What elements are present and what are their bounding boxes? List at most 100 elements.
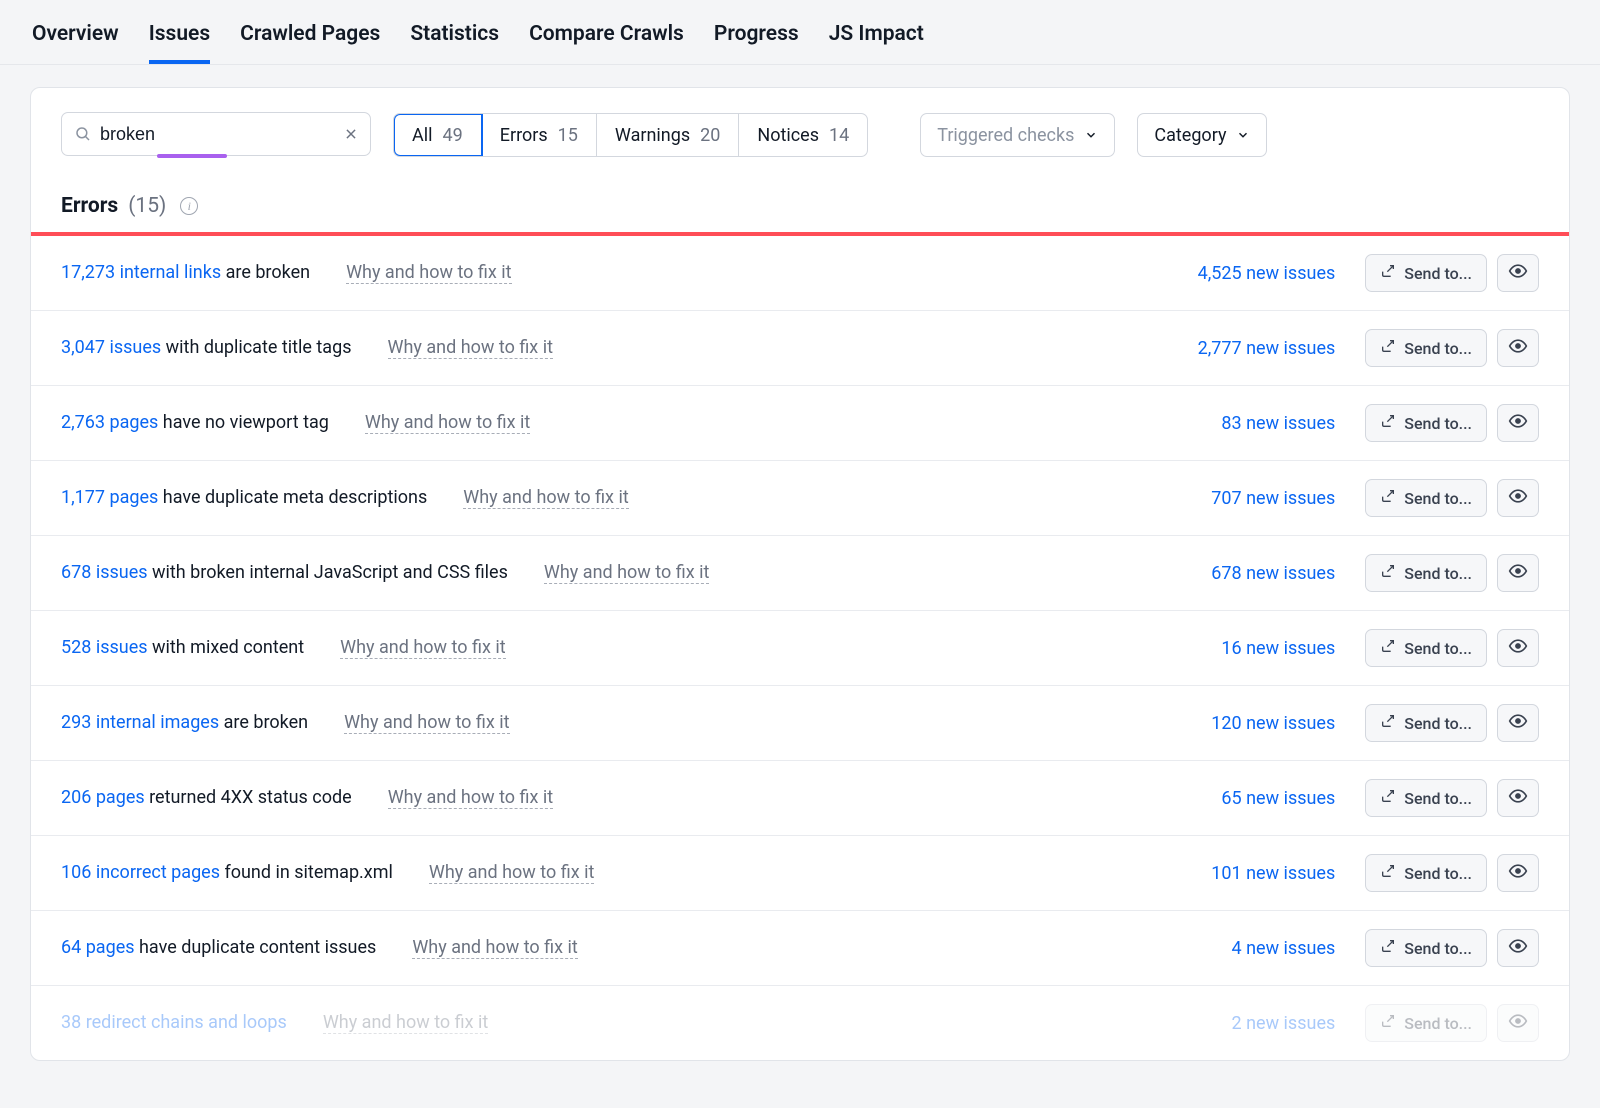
view-button[interactable] — [1497, 404, 1539, 442]
how-to-fix-link[interactable]: Why and how to fix it — [323, 1012, 488, 1034]
issue-text[interactable]: 64 pages have duplicate content issues — [61, 937, 376, 958]
filter-all[interactable]: All49 — [394, 114, 482, 156]
issue-text[interactable]: 528 issues with mixed content — [61, 637, 304, 658]
issue-description: 678 issues with broken internal JavaScri… — [61, 562, 1105, 584]
tab-issues[interactable]: Issues — [149, 22, 210, 64]
issue-text[interactable]: 2,763 pages have no viewport tag — [61, 412, 329, 433]
issue-rest: have no viewport tag — [158, 412, 329, 433]
row-actions: Send to... — [1365, 254, 1539, 292]
category-dropdown[interactable]: Category — [1137, 113, 1267, 157]
issue-count-link[interactable]: 17,273 internal links — [61, 262, 221, 283]
issue-row: 2,763 pages have no viewport tag Why and … — [31, 386, 1569, 461]
issue-text[interactable]: 678 issues with broken internal JavaScri… — [61, 562, 508, 583]
filter-notices[interactable]: Notices14 — [739, 114, 867, 156]
tab-overview[interactable]: Overview — [32, 22, 119, 64]
new-issues-link[interactable]: 4 new issues — [1135, 938, 1335, 959]
how-to-fix-link[interactable]: Why and how to fix it — [429, 862, 594, 884]
new-issues-link[interactable]: 2,777 new issues — [1135, 338, 1335, 359]
issue-text[interactable]: 38 redirect chains and loops — [61, 1012, 287, 1033]
send-to-button[interactable]: Send to... — [1365, 704, 1487, 742]
issue-count-link[interactable]: 38 redirect chains and loops — [61, 1012, 287, 1033]
how-to-fix-link[interactable]: Why and how to fix it — [346, 262, 511, 284]
view-button[interactable] — [1497, 329, 1539, 367]
tab-crawled-pages[interactable]: Crawled Pages — [240, 22, 380, 64]
new-issues-link[interactable]: 707 new issues — [1135, 488, 1335, 509]
new-issues-link[interactable]: 83 new issues — [1135, 413, 1335, 434]
eye-icon — [1508, 636, 1528, 660]
send-to-button[interactable]: Send to... — [1365, 779, 1487, 817]
issue-text[interactable]: 106 incorrect pages found in sitemap.xml — [61, 862, 393, 883]
send-label: Send to... — [1404, 339, 1472, 358]
view-button[interactable] — [1497, 854, 1539, 892]
how-to-fix-link[interactable]: Why and how to fix it — [412, 937, 577, 959]
issue-row: 106 incorrect pages found in sitemap.xml… — [31, 836, 1569, 911]
view-button[interactable] — [1497, 704, 1539, 742]
view-button[interactable] — [1497, 1004, 1539, 1042]
view-button[interactable] — [1497, 254, 1539, 292]
issue-count-link[interactable]: 206 pages — [61, 787, 145, 808]
issue-text[interactable]: 1,177 pages have duplicate meta descript… — [61, 487, 427, 508]
view-button[interactable] — [1497, 554, 1539, 592]
send-to-button[interactable]: Send to... — [1365, 554, 1487, 592]
send-to-button[interactable]: Send to... — [1365, 329, 1487, 367]
issue-text[interactable]: 293 internal images are broken — [61, 712, 308, 733]
dropdown-label: Triggered checks — [937, 125, 1074, 146]
issue-count-link[interactable]: 64 pages — [61, 937, 135, 958]
tab-statistics[interactable]: Statistics — [410, 22, 499, 64]
row-actions: Send to... — [1365, 404, 1539, 442]
send-to-button[interactable]: Send to... — [1365, 1004, 1487, 1042]
new-issues-link[interactable]: 16 new issues — [1135, 638, 1335, 659]
search-input[interactable] — [100, 124, 336, 145]
new-issues-link[interactable]: 4,525 new issues — [1135, 263, 1335, 284]
search-input-wrap[interactable] — [61, 112, 371, 156]
view-button[interactable] — [1497, 629, 1539, 667]
tab-js-impact[interactable]: JS Impact — [829, 22, 924, 64]
row-actions: Send to... — [1365, 929, 1539, 967]
view-button[interactable] — [1497, 929, 1539, 967]
new-issues-link[interactable]: 120 new issues — [1135, 713, 1335, 734]
how-to-fix-link[interactable]: Why and how to fix it — [340, 637, 505, 659]
clear-search-icon[interactable] — [344, 124, 358, 144]
issue-description: 38 redirect chains and loops Why and how … — [61, 1012, 1105, 1034]
send-to-button[interactable]: Send to... — [1365, 404, 1487, 442]
issue-row: 1,177 pages have duplicate meta descript… — [31, 461, 1569, 536]
issue-row: 678 issues with broken internal JavaScri… — [31, 536, 1569, 611]
send-to-button[interactable]: Send to... — [1365, 854, 1487, 892]
view-button[interactable] — [1497, 479, 1539, 517]
send-to-button[interactable]: Send to... — [1365, 254, 1487, 292]
send-to-button[interactable]: Send to... — [1365, 479, 1487, 517]
send-label: Send to... — [1404, 639, 1472, 658]
triggered-checks-dropdown[interactable]: Triggered checks — [920, 113, 1115, 157]
how-to-fix-link[interactable]: Why and how to fix it — [544, 562, 709, 584]
new-issues-link[interactable]: 2 new issues — [1135, 1013, 1335, 1034]
view-button[interactable] — [1497, 779, 1539, 817]
new-issues-link[interactable]: 678 new issues — [1135, 563, 1335, 584]
issue-text[interactable]: 17,273 internal links are broken — [61, 262, 310, 283]
new-issues-link[interactable]: 65 new issues — [1135, 788, 1335, 809]
filter-errors[interactable]: Errors15 — [482, 114, 597, 156]
row-actions: Send to... — [1365, 554, 1539, 592]
how-to-fix-link[interactable]: Why and how to fix it — [365, 412, 530, 434]
tab-compare-crawls[interactable]: Compare Crawls — [529, 22, 684, 64]
issue-count-link[interactable]: 106 incorrect pages — [61, 862, 220, 883]
how-to-fix-link[interactable]: Why and how to fix it — [463, 487, 628, 509]
how-to-fix-link[interactable]: Why and how to fix it — [388, 787, 553, 809]
new-issues-link[interactable]: 101 new issues — [1135, 863, 1335, 884]
how-to-fix-link[interactable]: Why and how to fix it — [388, 337, 553, 359]
info-icon[interactable] — [180, 197, 198, 215]
issue-count-link[interactable]: 528 issues — [61, 637, 148, 658]
issue-count-link[interactable]: 3,047 issues — [61, 337, 161, 358]
issue-count-link[interactable]: 1,177 pages — [61, 487, 158, 508]
tab-progress[interactable]: Progress — [714, 22, 799, 64]
share-icon — [1380, 263, 1396, 283]
issue-description: 106 incorrect pages found in sitemap.xml… — [61, 862, 1105, 884]
issue-text[interactable]: 3,047 issues with duplicate title tags — [61, 337, 352, 358]
issue-count-link[interactable]: 678 issues — [61, 562, 148, 583]
send-to-button[interactable]: Send to... — [1365, 629, 1487, 667]
send-to-button[interactable]: Send to... — [1365, 929, 1487, 967]
issue-text[interactable]: 206 pages returned 4XX status code — [61, 787, 352, 808]
issue-count-link[interactable]: 2,763 pages — [61, 412, 158, 433]
how-to-fix-link[interactable]: Why and how to fix it — [344, 712, 509, 734]
issue-count-link[interactable]: 293 internal images — [61, 712, 219, 733]
filter-warnings[interactable]: Warnings20 — [597, 114, 739, 156]
